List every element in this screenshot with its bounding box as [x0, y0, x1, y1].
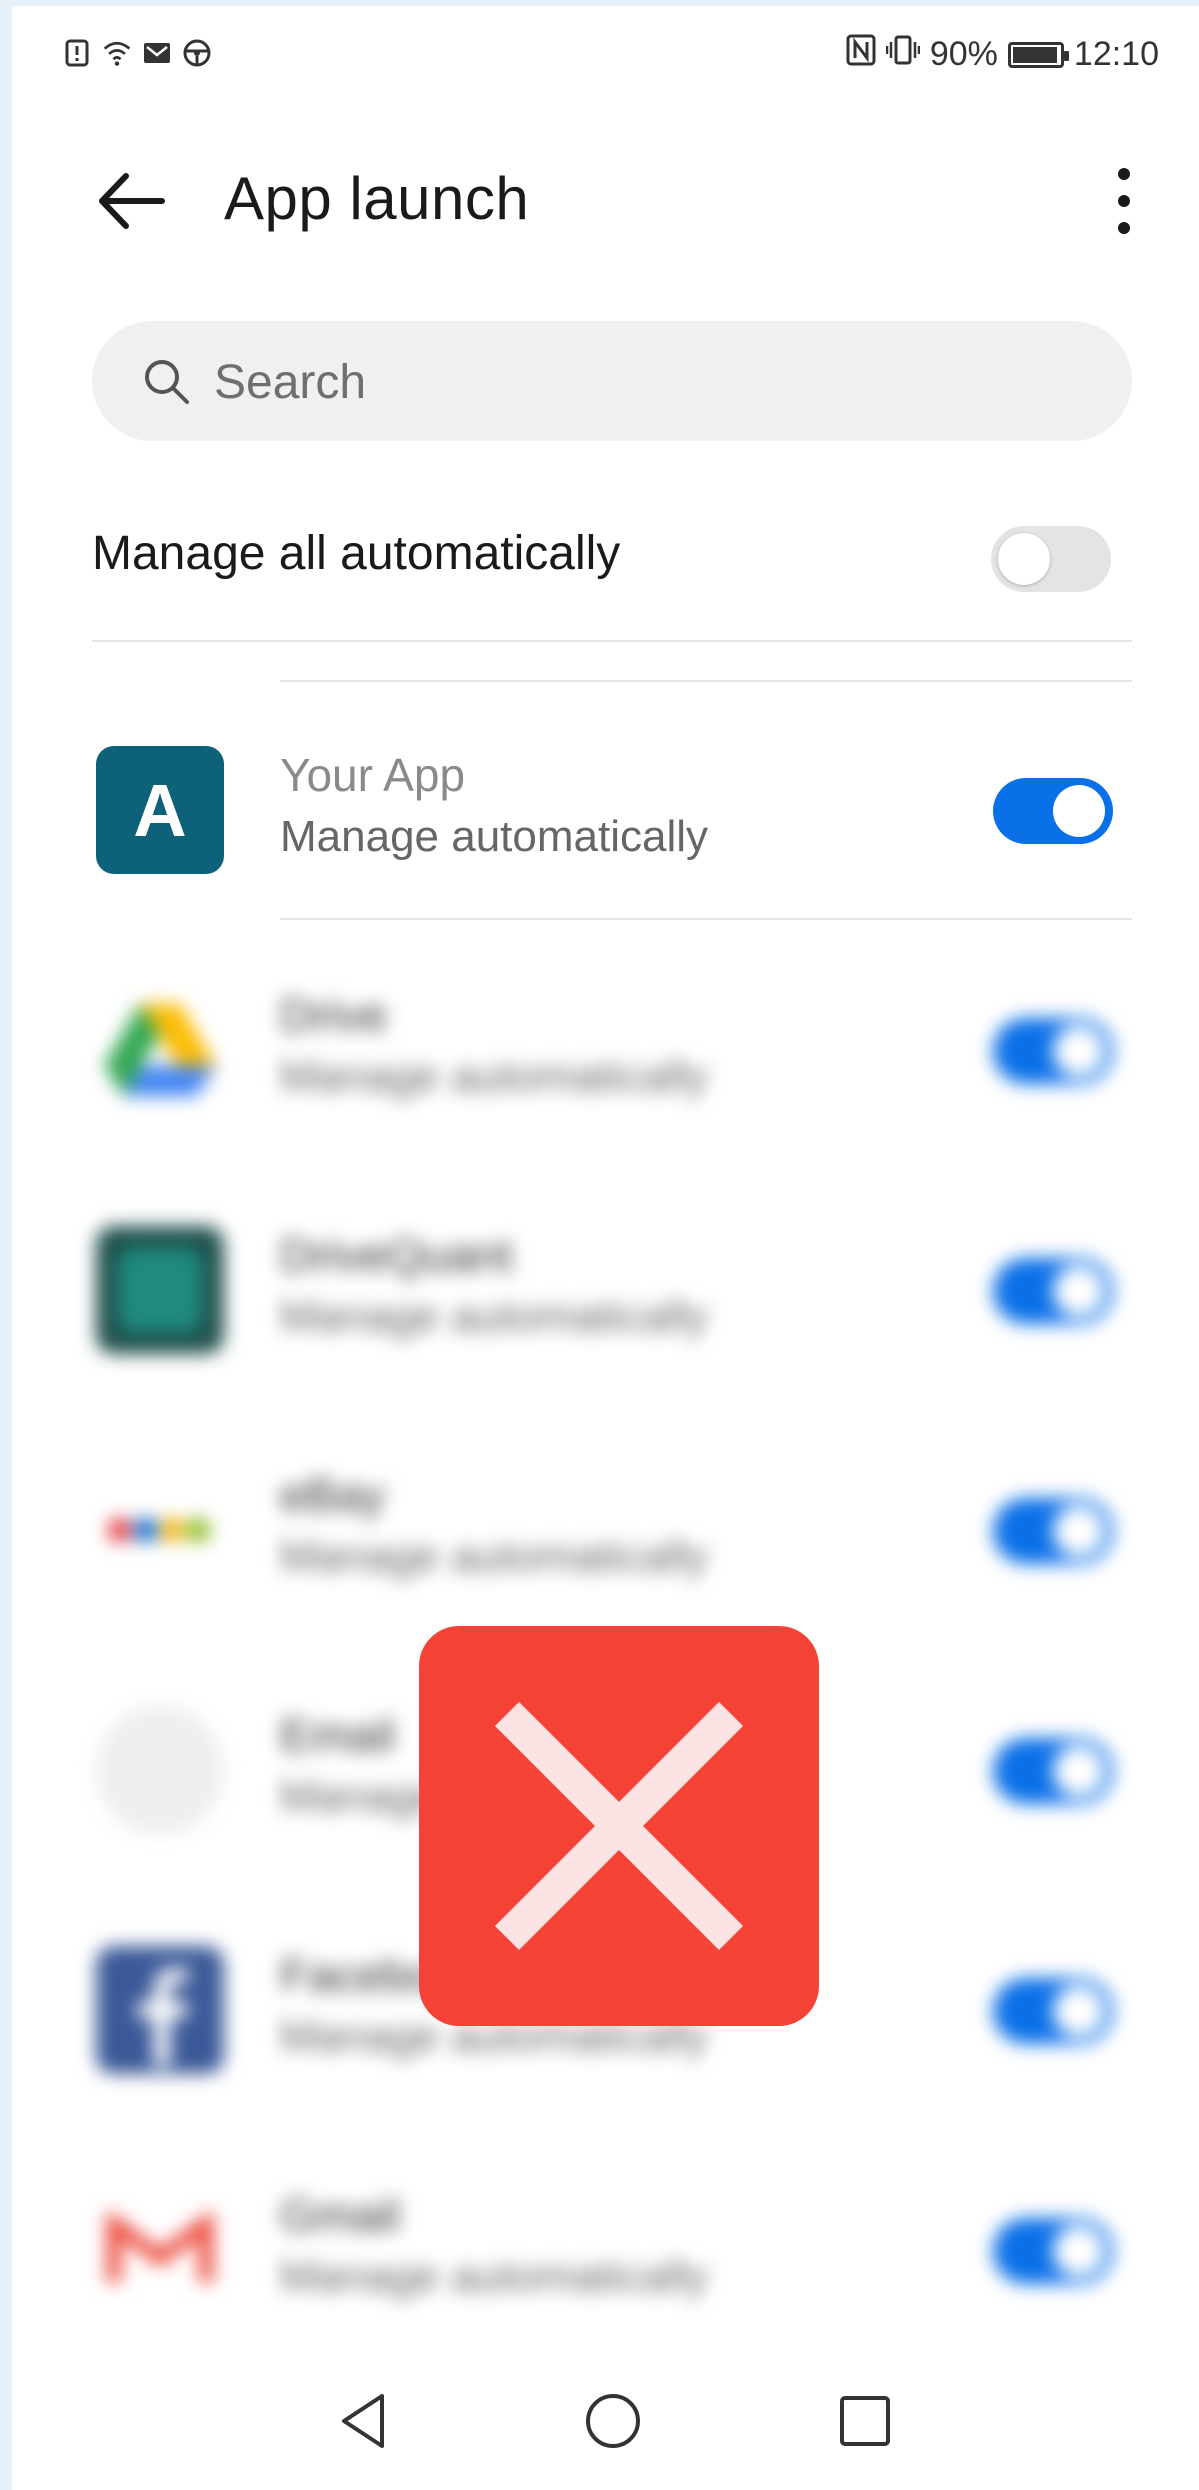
more-vertical-icon — [1118, 168, 1130, 234]
app-subtitle: Manage automatically — [280, 1292, 709, 1341]
app-name: Your App — [280, 749, 466, 801]
search-placeholder: Search — [214, 356, 367, 409]
app-toggle[interactable] — [993, 2218, 1113, 2284]
list-item-drivequant[interactable]: DriveQuant Manage automatically — [12, 1166, 1199, 1406]
navigation-bar — [12, 2366, 1199, 2490]
app-toggle[interactable] — [993, 1738, 1113, 1804]
app-icon: A — [96, 746, 224, 874]
app-toggle[interactable] — [993, 1978, 1113, 2044]
mail-icon — [142, 38, 172, 68]
app-toggle[interactable] — [993, 1258, 1113, 1324]
app-name: Drive — [280, 989, 388, 1041]
clock: 12:10 — [1073, 35, 1159, 73]
nav-back-button[interactable] — [330, 2386, 400, 2456]
list-item-your-app[interactable]: A Your App Manage automatically — [12, 686, 1199, 926]
drive-icon — [96, 986, 224, 1114]
triangle-back-icon — [342, 2394, 384, 2448]
app-name: Gmail — [280, 2189, 401, 2241]
app-name: Email — [280, 1709, 396, 1761]
status-icons-left — [62, 38, 212, 68]
notification-icon — [62, 38, 92, 68]
app-toggle[interactable] — [993, 1018, 1113, 1084]
app-name: DriveQuant — [280, 1229, 513, 1281]
square-recents-icon — [840, 2396, 890, 2446]
nfc-icon — [846, 34, 876, 75]
list-item-drive[interactable]: Drive Manage automatically — [12, 926, 1199, 1166]
wifi-icon — [102, 38, 132, 68]
steering-wheel-icon — [182, 38, 212, 68]
app-name: eBay — [280, 1469, 385, 1521]
facebook-icon — [96, 1946, 224, 2074]
back-button[interactable] — [92, 166, 172, 236]
app-subtitle: Manage automatically — [280, 812, 709, 861]
vibrate-icon — [885, 34, 921, 75]
divider — [280, 680, 1132, 682]
status-bar: 90% 12:10 — [12, 6, 1199, 106]
status-icons-right: 90% 12:10 — [846, 34, 1159, 75]
gmail-icon — [96, 2186, 224, 2314]
nav-recents-button[interactable] — [830, 2386, 900, 2456]
battery-percent: 90% — [929, 35, 998, 73]
app-subtitle: Manage automatically — [280, 2252, 709, 2301]
search-input[interactable]: Search — [92, 321, 1132, 441]
list-item-gmail[interactable]: Gmail Manage automatically — [12, 2126, 1199, 2366]
close-icon — [494, 1701, 744, 1951]
search-icon — [145, 360, 189, 404]
more-options-button[interactable] — [1109, 166, 1139, 236]
divider — [280, 918, 1132, 920]
app-subtitle: Manage automatically — [280, 1532, 709, 1581]
app-toggle[interactable] — [993, 778, 1113, 844]
manage-all-toggle[interactable] — [991, 526, 1111, 592]
list-item-ebay[interactable]: eBay Manage automatically — [12, 1406, 1199, 1646]
error-mark — [419, 1626, 819, 2026]
page-title: App launch — [224, 165, 530, 232]
ebay-icon — [96, 1466, 224, 1594]
email-icon — [96, 1706, 224, 1834]
drivequant-icon — [96, 1226, 224, 1354]
battery-icon — [1007, 41, 1069, 68]
manage-all-label: Manage all automatically — [92, 527, 621, 580]
circle-home-icon — [586, 2394, 640, 2448]
app-subtitle: Manage automatically — [280, 1052, 709, 1101]
arrow-left-icon — [99, 173, 165, 229]
divider — [92, 640, 1132, 642]
screen: 90% 12:10 App launch Search Manage all a… — [12, 6, 1199, 2490]
app-toggle[interactable] — [993, 1498, 1113, 1564]
nav-home-button[interactable] — [578, 2386, 648, 2456]
